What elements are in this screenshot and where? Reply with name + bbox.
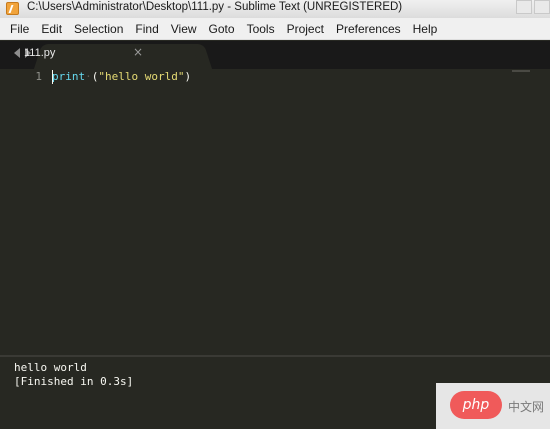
menu-selection[interactable]: Selection	[74, 18, 123, 40]
menu-edit[interactable]: Edit	[41, 18, 62, 40]
maximize-button[interactable]	[534, 0, 550, 14]
sublime-window: C:\Users\Administrator\Desktop\111.py - …	[0, 0, 550, 429]
token-function: print	[52, 70, 86, 83]
token-close-paren: )	[184, 70, 192, 83]
menu-preferences[interactable]: Preferences	[336, 18, 401, 40]
menu-find[interactable]: Find	[135, 18, 158, 40]
token-whitespace: ·	[85, 70, 92, 83]
tab-nav-left-icon[interactable]	[14, 48, 20, 58]
code-editor[interactable]: 1 print·("hello world")	[0, 69, 550, 355]
watermark-badge: php	[450, 391, 502, 419]
tab-close-icon[interactable]: ×	[133, 45, 143, 59]
menu-goto[interactable]: Goto	[209, 18, 235, 40]
tab-111-py[interactable]	[44, 44, 202, 69]
watermark: php 中文网	[436, 383, 550, 429]
code-line[interactable]: print·("hello world")	[52, 70, 192, 84]
sublime-text-icon	[6, 2, 19, 15]
tab-label[interactable]: 111.py	[24, 47, 55, 59]
menu-help[interactable]: Help	[413, 18, 438, 40]
menu-bar: File Edit Selection Find View Goto Tools…	[0, 18, 550, 40]
watermark-text: 中文网	[508, 400, 545, 414]
tab-strip: 111.py ×	[0, 41, 550, 69]
menu-project[interactable]: Project	[287, 18, 324, 40]
menu-file[interactable]: File	[10, 18, 29, 40]
window-controls	[514, 0, 550, 18]
token-string: "hello world"	[98, 70, 185, 83]
text-cursor	[52, 70, 53, 84]
output-line: hello world	[14, 361, 87, 374]
title-bar[interactable]: C:\Users\Administrator\Desktop\111.py - …	[0, 0, 550, 18]
minimap[interactable]	[512, 70, 530, 72]
minimize-button[interactable]	[516, 0, 532, 14]
menu-view[interactable]: View	[171, 18, 197, 40]
menu-tools[interactable]: Tools	[247, 18, 275, 40]
window-title: C:\Users\Administrator\Desktop\111.py - …	[27, 1, 403, 13]
line-number: 1	[35, 70, 42, 83]
